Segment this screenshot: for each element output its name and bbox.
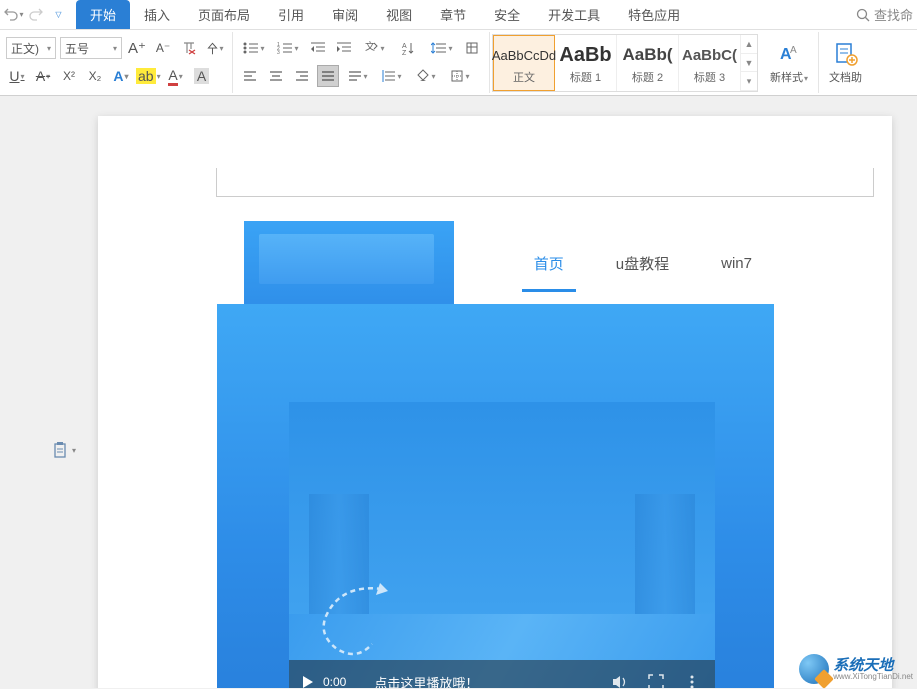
font-size-combo[interactable]: 五号▾ — [60, 37, 122, 59]
video-hint: 点击这里播放哦！ — [374, 673, 478, 689]
watermark: 系统天地 www.XiTongTianDi.net — [799, 654, 913, 684]
distribute-button[interactable]: ▾ — [343, 65, 373, 87]
styles-expand[interactable]: ▾ — [741, 72, 757, 91]
line-spacing-button[interactable]: ▾ — [427, 37, 457, 59]
grow-font-button[interactable]: A⁺ — [126, 37, 148, 59]
align-justify-button[interactable] — [317, 65, 339, 87]
align-left-button[interactable] — [239, 65, 261, 87]
paste-options-icon — [53, 441, 69, 459]
watermark-title: 系统天地 — [833, 658, 913, 673]
shrink-font-button[interactable]: A⁻ — [152, 37, 174, 59]
borders-button[interactable]: ▾ — [445, 65, 475, 87]
site-logo — [244, 221, 454, 315]
volume-icon[interactable] — [611, 673, 629, 688]
tab-start[interactable]: 开始 — [76, 0, 130, 29]
highlight-button[interactable]: ab▾ — [136, 65, 161, 87]
ribbon: 正文)▾ 五号▾ A⁺ A⁻ 㐃▾ U▾ A▾ X² X₂ A▾ ab▾ A▾ … — [0, 30, 917, 96]
site-hero: 0:00 点击这里播放哦！ — [217, 304, 774, 688]
subscript-button[interactable]: X₂ — [84, 65, 106, 87]
svg-text:Z: Z — [402, 50, 407, 55]
ribbon-tabs: 开始 插入 页面布局 引用 审阅 视图 章节 安全 开发工具 特色应用 — [76, 0, 694, 29]
underline-button[interactable]: U▾ — [6, 65, 28, 87]
page[interactable]: 首页 u盘教程 win7 0:00 点击这里播放哦！ — [98, 116, 892, 688]
menubar: ▾ ▽ 开始 插入 页面布局 引用 审阅 视图 章节 安全 开发工具 特色应用 … — [0, 0, 917, 30]
indent-spacing-button[interactable]: ▾ — [377, 65, 407, 87]
nav-win7[interactable]: win7 — [721, 255, 752, 272]
fullscreen-icon[interactable] — [647, 673, 665, 688]
paste-options-button[interactable]: ▾ — [53, 441, 76, 459]
increase-indent-button[interactable] — [333, 37, 355, 59]
video-controls: 0:00 点击这里播放哦！ — [289, 660, 715, 688]
search-placeholder: 查找命 — [874, 5, 913, 24]
video-time: 0:00 — [323, 675, 346, 688]
text-effect-button[interactable]: A▾ — [110, 65, 132, 87]
shading-button[interactable]: ▾ — [411, 65, 441, 87]
show-marks-button[interactable] — [461, 37, 483, 59]
embedded-screenshot: 首页 u盘教程 win7 0:00 点击这里播放哦！ — [217, 222, 774, 688]
tab-sections[interactable]: 章节 — [426, 0, 480, 29]
doc-assistant-button[interactable]: 文档助 — [819, 32, 872, 93]
more-icon[interactable] — [683, 673, 701, 688]
doc-assistant-icon — [833, 41, 859, 67]
paragraph-group: ▾ 123▾ 文▾ AZ ▾ ▾ ▾ ▾ ▾ — [233, 32, 490, 93]
site-nav: 首页 u盘教程 win7 — [534, 222, 774, 304]
play-button[interactable] — [303, 676, 313, 688]
font-color-button[interactable]: A▾ — [165, 65, 187, 87]
svg-text:文: 文 — [365, 40, 375, 53]
tab-page-layout[interactable]: 页面布局 — [184, 0, 264, 29]
qat-dropdown[interactable]: ▽ — [48, 5, 68, 25]
search-box[interactable]: 查找命 — [856, 5, 913, 24]
site-header: 首页 u盘教程 win7 — [217, 222, 774, 304]
svg-text:A: A — [402, 43, 407, 50]
styles-scroll-down[interactable]: ▼ — [741, 54, 757, 73]
style-heading1[interactable]: AaBb 标题 1 — [555, 35, 617, 91]
svg-text:A: A — [790, 45, 797, 56]
style-heading3[interactable]: AaBbC( 标题 3 — [679, 35, 741, 91]
font-name-combo[interactable]: 正文)▾ — [6, 37, 56, 59]
tab-special[interactable]: 特色应用 — [614, 0, 694, 29]
search-icon — [856, 8, 870, 22]
tab-insert[interactable]: 插入 — [130, 0, 184, 29]
numbering-button[interactable]: 123▾ — [273, 37, 303, 59]
quick-access-toolbar: ▾ ▽ — [4, 5, 68, 25]
align-right-button[interactable] — [291, 65, 313, 87]
text-direction-button[interactable]: 文▾ — [359, 37, 389, 59]
tab-security[interactable]: 安全 — [480, 0, 534, 29]
font-group: 正文)▾ 五号▾ A⁺ A⁻ 㐃▾ U▾ A▾ X² X₂ A▾ ab▾ A▾ … — [0, 32, 233, 93]
sort-button[interactable]: AZ — [393, 37, 423, 59]
watermark-url: www.XiTongTianDi.net — [833, 673, 913, 681]
strikethrough-button[interactable]: A▾ — [32, 65, 54, 87]
clear-format-button[interactable] — [178, 37, 200, 59]
svg-text:3: 3 — [277, 50, 280, 55]
style-normal[interactable]: AaBbCcDd 正文 — [493, 35, 555, 91]
undo-button[interactable]: ▾ — [4, 5, 24, 25]
phonetic-guide-button[interactable]: 㐃▾ — [204, 37, 226, 59]
globe-icon — [799, 654, 829, 684]
styles-scroll-up[interactable]: ▲ — [741, 35, 757, 54]
new-style-icon: AA — [776, 41, 802, 67]
arrow-swirl-icon — [312, 579, 402, 659]
header-boundary — [216, 196, 874, 197]
tab-references[interactable]: 引用 — [264, 0, 318, 29]
tab-view[interactable]: 视图 — [372, 0, 426, 29]
decrease-indent-button[interactable] — [307, 37, 329, 59]
bullets-button[interactable]: ▾ — [239, 37, 269, 59]
tab-review[interactable]: 审阅 — [318, 0, 372, 29]
style-heading2[interactable]: AaBb( 标题 2 — [617, 35, 679, 91]
styles-scroll: ▲ ▼ ▾ — [741, 35, 757, 91]
nav-usb[interactable]: u盘教程 — [616, 253, 669, 274]
nav-home[interactable]: 首页 — [534, 253, 564, 274]
redo-button[interactable] — [26, 5, 46, 25]
styles-gallery: AaBbCcDd 正文 AaBb 标题 1 AaBb( 标题 2 AaBbC( … — [492, 34, 758, 92]
document-area: 首页 u盘教程 win7 0:00 点击这里播放哦！ — [0, 96, 917, 688]
tab-developer[interactable]: 开发工具 — [534, 0, 614, 29]
new-style-button[interactable]: AA 新样式▾ — [760, 32, 818, 93]
align-center-button[interactable] — [265, 65, 287, 87]
superscript-button[interactable]: X² — [58, 65, 80, 87]
char-shading-button[interactable]: A — [191, 65, 213, 87]
